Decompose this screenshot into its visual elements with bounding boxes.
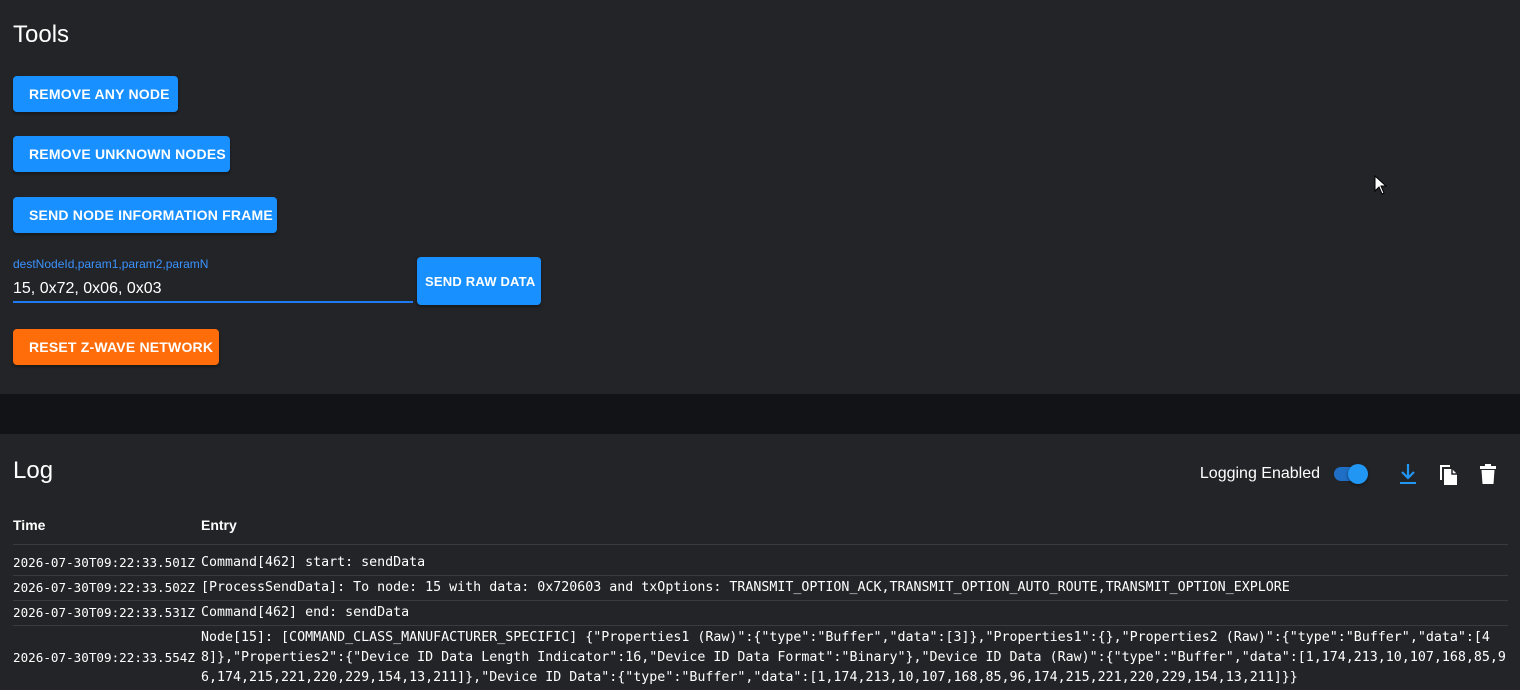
log-time: 2026-07-30T09:22:33.501Z — [13, 544, 201, 576]
log-table: Time Entry 2026-07-30T09:22:33.501Z Comm… — [13, 506, 1508, 690]
log-entry: Node[15]: [COMMAND_CLASS_MANUFACTURER_SP… — [201, 625, 1508, 690]
remove-any-node-button[interactable]: REMOVE ANY NODE — [13, 76, 178, 112]
log-row: 2026-07-30T09:22:33.501Z Command[462] st… — [13, 544, 1508, 576]
log-row: 2026-07-30T09:22:33.554Z Node[15]: [COMM… — [13, 625, 1508, 690]
logging-enabled-label: Logging Enabled — [1199, 465, 1320, 482]
log-toolbar: Logging Enabled — [1200, 462, 1500, 486]
raw-data-field: destNodeId,param1,param2,paramN — [13, 257, 413, 304]
send-node-information-frame-button[interactable]: SEND NODE INFORMATION FRAME — [13, 197, 277, 233]
log-row: 2026-07-30T09:22:33.531Z Command[462] en… — [13, 600, 1508, 626]
remove-unknown-nodes-button[interactable]: REMOVE UNKNOWN NODES — [13, 136, 230, 172]
send-raw-data-button[interactable]: SEND RAW DATA — [417, 257, 541, 305]
log-title: Log — [13, 457, 54, 484]
raw-data-input[interactable] — [13, 277, 413, 303]
log-header-row: Time Entry — [13, 506, 1508, 545]
log-time: 2026-07-30T09:22:33.502Z — [13, 575, 201, 601]
log-card: Log Logging Enabled Time Entry 2026-07-3… — [0, 434, 1520, 690]
log-entry: Command[462] start: sendData — [201, 544, 1508, 576]
log-entry: [ProcessSendData]: To node: 15 with data… — [201, 575, 1508, 601]
toggle-thumb — [1348, 464, 1368, 484]
reset-zwave-network-button[interactable]: RESET Z-WAVE NETWORK — [13, 329, 219, 365]
download-icon[interactable] — [1396, 462, 1420, 486]
tools-card: Tools REMOVE ANY NODE REMOVE UNKNOWN NOD… — [0, 0, 1520, 394]
column-header-entry: Entry — [201, 506, 1508, 545]
tools-title: Tools — [13, 21, 70, 48]
log-row: 2026-07-30T09:22:33.502Z [ProcessSendDat… — [13, 575, 1508, 601]
copy-icon[interactable] — [1436, 462, 1460, 486]
log-time: 2026-07-30T09:22:33.531Z — [13, 600, 201, 626]
mouse-cursor-icon — [1374, 175, 1388, 195]
raw-data-label: destNodeId,param1,param2,paramN — [13, 257, 209, 271]
log-entry: Command[462] end: sendData — [201, 600, 1508, 626]
logging-enabled-toggle[interactable] — [1332, 462, 1370, 486]
log-time: 2026-07-30T09:22:33.554Z — [13, 625, 201, 690]
delete-icon[interactable] — [1476, 462, 1500, 486]
column-header-time: Time — [13, 506, 201, 545]
